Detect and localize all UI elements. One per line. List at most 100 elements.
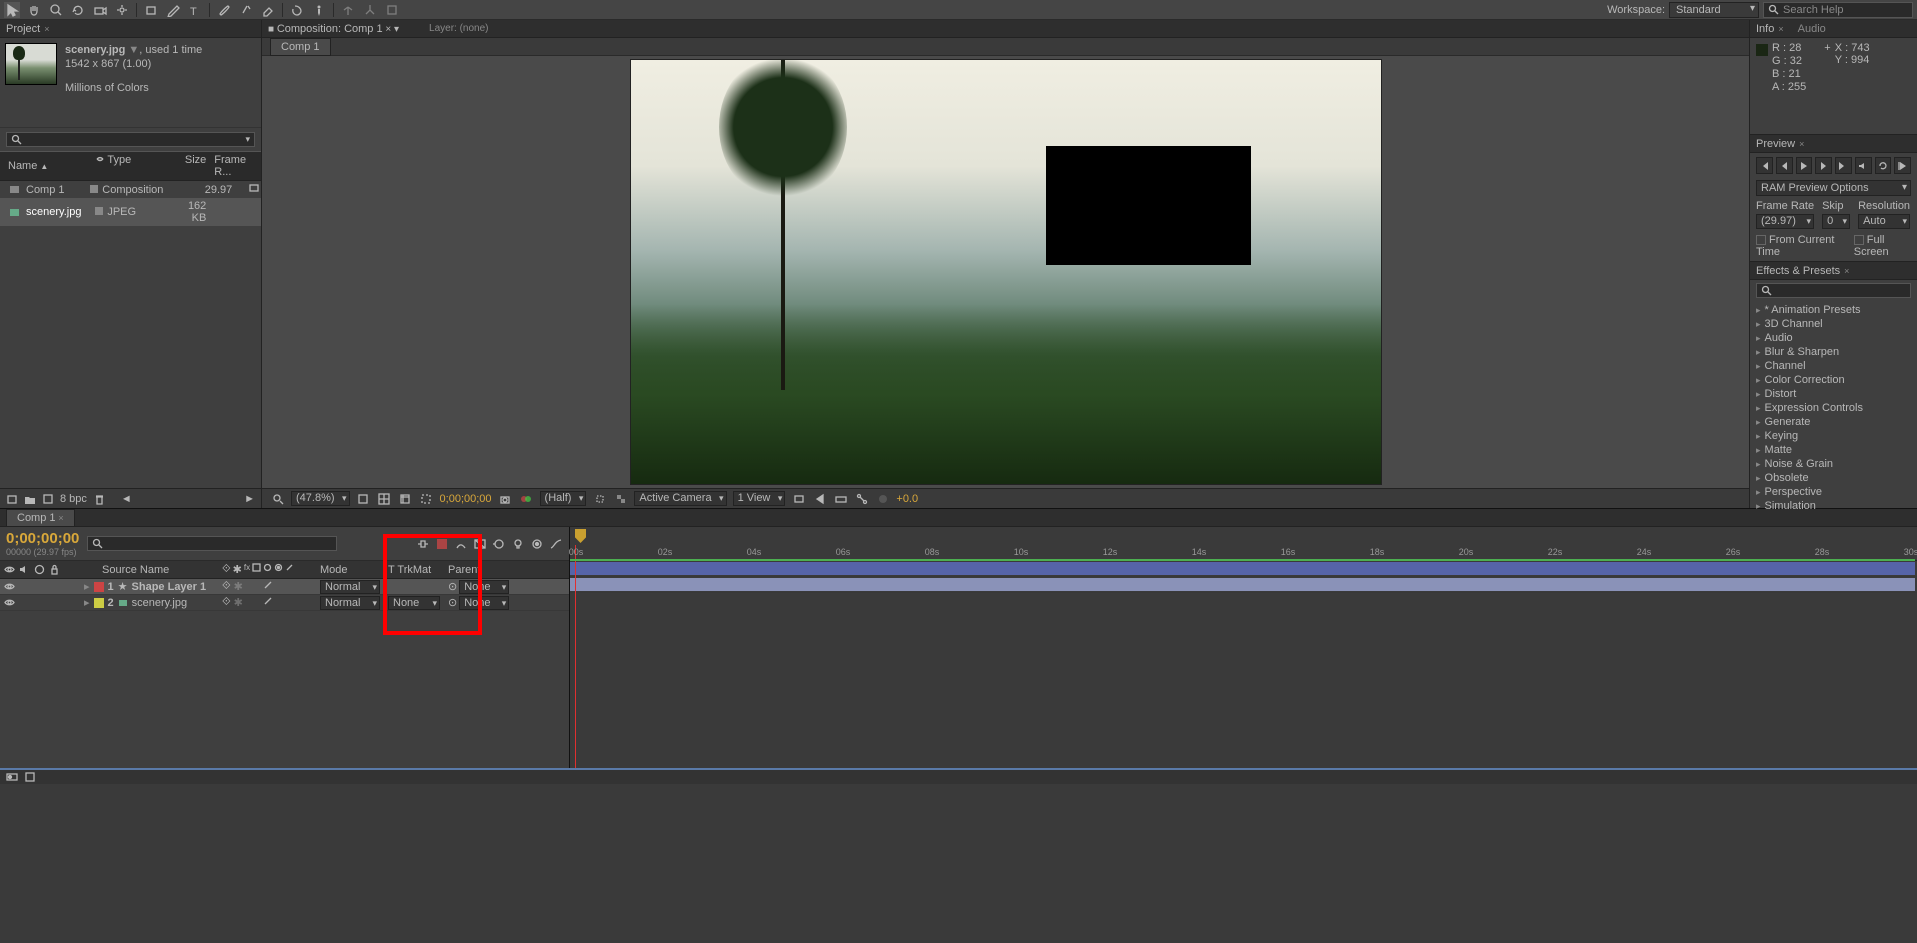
- brainstorm-icon[interactable]: [511, 537, 525, 551]
- close-icon[interactable]: ×: [44, 24, 49, 34]
- timecode-display[interactable]: 0;00;00;00: [6, 530, 79, 547]
- brush-tool-icon[interactable]: [216, 2, 232, 18]
- local-axis-icon[interactable]: [340, 2, 356, 18]
- composition-viewer[interactable]: [262, 56, 1749, 488]
- project-item-comp[interactable]: Comp 1 Composition 29.97: [0, 181, 261, 198]
- toggle-switches-icon[interactable]: [6, 771, 18, 783]
- effects-category[interactable]: ▸Channel: [1750, 359, 1917, 373]
- first-frame-button[interactable]: [1756, 157, 1773, 174]
- current-time-display[interactable]: 0;00;00;00: [440, 493, 492, 505]
- effects-search-input[interactable]: [1756, 283, 1911, 298]
- last-frame-button[interactable]: [1835, 157, 1852, 174]
- reset-exposure-icon[interactable]: [875, 491, 890, 506]
- preview-tab[interactable]: Preview: [1756, 138, 1795, 150]
- pan-behind-tool-icon[interactable]: [114, 2, 130, 18]
- timeline-tab[interactable]: Comp 1 ×: [6, 509, 75, 527]
- interpret-icon[interactable]: [6, 493, 18, 505]
- trash-icon[interactable]: [93, 493, 105, 505]
- loop-button[interactable]: [1875, 157, 1892, 174]
- folder-icon[interactable]: [24, 493, 36, 505]
- camera-tool-icon[interactable]: [92, 2, 108, 18]
- mode-dropdown[interactable]: Normal: [320, 596, 380, 610]
- comp-tab[interactable]: Comp 1: [270, 38, 331, 56]
- project-search-input[interactable]: ▾: [6, 132, 255, 147]
- parent-dropdown[interactable]: None: [459, 596, 509, 610]
- project-item-image[interactable]: scenery.jpg JPEG 162 KB: [0, 198, 261, 226]
- effects-category[interactable]: ▸Distort: [1750, 387, 1917, 401]
- effects-category[interactable]: ▸Keying: [1750, 429, 1917, 443]
- fullscreen-checkbox[interactable]: Full Screen: [1854, 234, 1911, 258]
- prev-frame-button[interactable]: [1776, 157, 1793, 174]
- effects-tab[interactable]: Effects & Presets: [1756, 265, 1840, 277]
- render-queue-icon[interactable]: [24, 771, 36, 783]
- mute-button[interactable]: [1855, 157, 1872, 174]
- layer-panel-title[interactable]: Layer: (none): [429, 23, 488, 34]
- roto-tool-icon[interactable]: [289, 2, 305, 18]
- eraser-tool-icon[interactable]: [260, 2, 276, 18]
- project-tab[interactable]: Project×: [0, 20, 261, 38]
- layer-bar-2[interactable]: [570, 578, 1915, 591]
- rotate-tool-icon[interactable]: [70, 2, 86, 18]
- composition-panel-title[interactable]: Composition: Comp 1: [277, 23, 383, 35]
- new-comp-icon[interactable]: [42, 493, 54, 505]
- time-ruler[interactable]: 00s02s04s06s08s10s12s14s16s18s20s22s24s2…: [570, 527, 1917, 561]
- auto-keyframe-icon[interactable]: [530, 537, 544, 551]
- audio-tab[interactable]: Audio: [1798, 23, 1826, 35]
- rectangle-tool-icon[interactable]: [143, 2, 159, 18]
- draft3d-icon[interactable]: [435, 537, 449, 551]
- effects-category[interactable]: ▸Obsolete: [1750, 471, 1917, 485]
- effects-category[interactable]: ▸Matte: [1750, 443, 1917, 457]
- effects-category[interactable]: ▸Noise & Grain: [1750, 457, 1917, 471]
- motion-blur-icon[interactable]: [492, 537, 506, 551]
- effects-category[interactable]: ▸Color Correction: [1750, 373, 1917, 387]
- search-help-input[interactable]: Search Help: [1763, 2, 1913, 18]
- resolution-icon[interactable]: [356, 491, 371, 506]
- graph-editor-icon[interactable]: [549, 537, 563, 551]
- zoom-dropdown[interactable]: (47.8%): [291, 491, 350, 506]
- effects-category[interactable]: ▸Expression Controls: [1750, 401, 1917, 415]
- pixel-aspect-icon[interactable]: [791, 491, 806, 506]
- layer-row-1[interactable]: ▸1★Shape Layer 1 ⟐✱ Normal ⊙None: [0, 579, 569, 595]
- puppet-tool-icon[interactable]: [311, 2, 327, 18]
- play-button[interactable]: [1796, 157, 1813, 174]
- exposure-value[interactable]: +0.0: [896, 493, 918, 505]
- selection-tool-icon[interactable]: [4, 2, 20, 18]
- snapshot-icon[interactable]: [498, 491, 513, 506]
- grid-icon[interactable]: [377, 491, 392, 506]
- solo-column-icon[interactable]: [34, 564, 45, 575]
- skip-dropdown[interactable]: 0: [1822, 214, 1850, 229]
- hand-tool-icon[interactable]: [26, 2, 42, 18]
- view-axis-icon[interactable]: [384, 2, 400, 18]
- effects-category[interactable]: ▸Generate: [1750, 415, 1917, 429]
- workspace-dropdown[interactable]: Standard: [1669, 2, 1759, 18]
- bpc-label[interactable]: 8 bpc: [60, 493, 87, 505]
- layer-row-2[interactable]: ▸2scenery.jpg ⟐✱ Normal None ⊙None: [0, 595, 569, 611]
- from-current-checkbox[interactable]: From Current Time: [1756, 234, 1844, 258]
- magnify-icon[interactable]: [270, 491, 285, 506]
- shape-layer[interactable]: [1046, 146, 1251, 265]
- ram-options-dropdown[interactable]: RAM Preview Options: [1756, 180, 1911, 196]
- effects-category[interactable]: ▸3D Channel: [1750, 317, 1917, 331]
- preview-res-dropdown[interactable]: Auto: [1858, 214, 1910, 229]
- info-tab[interactable]: Info: [1756, 23, 1774, 35]
- effects-category[interactable]: ▸Audio: [1750, 331, 1917, 345]
- roi-icon[interactable]: [592, 491, 607, 506]
- view-dropdown[interactable]: 1 View: [733, 491, 786, 506]
- frame-blend-icon[interactable]: [473, 537, 487, 551]
- timeline-icon[interactable]: [833, 491, 848, 506]
- resolution-dropdown[interactable]: (Half): [540, 491, 587, 506]
- mode-dropdown[interactable]: Normal: [320, 580, 380, 594]
- trkmat-dropdown[interactable]: None: [388, 596, 440, 610]
- effects-category[interactable]: ▸* Animation Presets: [1750, 303, 1917, 317]
- flowchart-icon[interactable]: [854, 491, 869, 506]
- text-tool-icon[interactable]: T: [187, 2, 203, 18]
- track-area[interactable]: [570, 561, 1917, 768]
- clone-tool-icon[interactable]: [238, 2, 254, 18]
- timeline-search-input[interactable]: [87, 536, 337, 551]
- framerate-dropdown[interactable]: (29.97): [1756, 214, 1814, 229]
- zoom-tool-icon[interactable]: [48, 2, 64, 18]
- ram-preview-button[interactable]: [1894, 157, 1911, 174]
- pen-tool-icon[interactable]: [165, 2, 181, 18]
- parent-dropdown[interactable]: None: [459, 580, 509, 594]
- fast-preview-icon[interactable]: [812, 491, 827, 506]
